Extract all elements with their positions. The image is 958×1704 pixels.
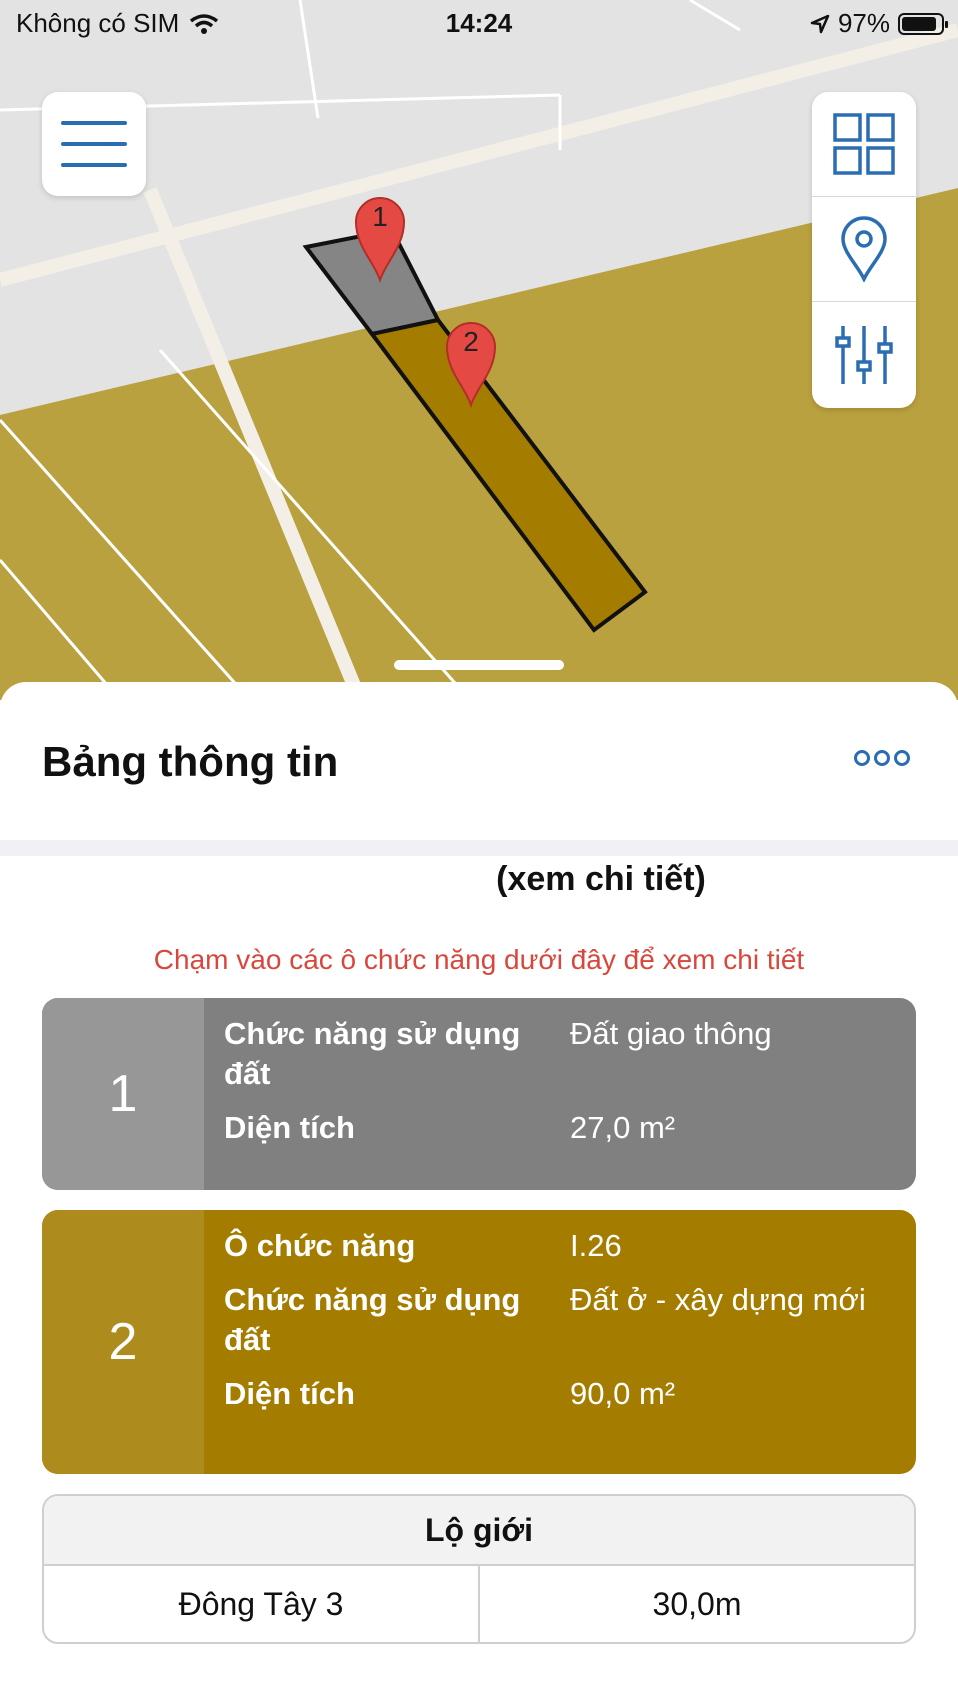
- map-tools-panel: [812, 92, 916, 408]
- parcel-row: Chức năng sử dụng đất Đất ở - xây dựng m…: [224, 1280, 916, 1360]
- battery-percent: 97%: [837, 8, 890, 38]
- parcel-row: Diện tích 90,0 m²: [224, 1374, 916, 1414]
- parcel-row-label: Chức năng sử dụng đất: [224, 1282, 521, 1357]
- road-width-table: Lộ giới Đông Tây 3 30,0m: [42, 1494, 916, 1644]
- parcel-row-label: Diện tích: [224, 1376, 355, 1411]
- marker-2-label: 2: [463, 326, 479, 357]
- parcel-row-label: Chức năng sử dụng đất: [224, 1016, 521, 1091]
- parcel-row-label: Diện tích: [224, 1110, 355, 1145]
- menu-button[interactable]: [42, 92, 146, 196]
- parcel-number: 2: [42, 1210, 204, 1474]
- location-pin-icon: [841, 216, 887, 282]
- grid-icon: [833, 113, 895, 175]
- parcel-row-value: Đất ở - xây dựng mới: [570, 1282, 866, 1317]
- road-table-header: Lộ giới: [44, 1496, 914, 1566]
- parcel-row-value: I.26: [570, 1228, 622, 1263]
- view-detail-link[interactable]: (xem chi tiết): [0, 860, 958, 899]
- marker-1-label: 1: [372, 201, 388, 232]
- sliders-icon: [835, 325, 893, 384]
- road-name-cell: Đông Tây 3: [44, 1566, 480, 1642]
- battery-icon: [898, 12, 948, 35]
- layers-button[interactable]: [812, 92, 916, 197]
- table-row: Đông Tây 3 30,0m: [44, 1566, 914, 1642]
- more-dots-icon[interactable]: [854, 750, 910, 766]
- status-bar: Không có SIM 14:24 97%: [0, 0, 958, 50]
- parcel-number: 1: [42, 998, 204, 1190]
- parcel-card-1[interactable]: 1 Chức năng sử dụng đất Đất giao thông D…: [42, 998, 916, 1190]
- info-sheet: Bảng thông tin (xem chi tiết) Chạm vào c…: [0, 682, 958, 1704]
- sheet-grabber[interactable]: [394, 660, 564, 670]
- parcel-row-value: Đất giao thông: [570, 1016, 772, 1051]
- parcel-row-label: Ô chức năng: [224, 1228, 416, 1263]
- status-right: 97%: [810, 8, 948, 39]
- location-arrow-icon: [810, 14, 830, 33]
- road-width-cell: 30,0m: [652, 1585, 742, 1622]
- hint-text: Chạm vào các ô chức năng dưới đây để xem…: [153, 944, 805, 975]
- section-divider: [0, 840, 958, 856]
- parcel-card-2[interactable]: 2 Ô chức năng I.26 Chức năng sử dụng đất…: [42, 1210, 916, 1474]
- parcel-row: Chức năng sử dụng đất Đất giao thông: [224, 1014, 916, 1094]
- sheet-title: Bảng thông tin: [42, 738, 339, 785]
- parcel-row-value: 27,0 m²: [570, 1110, 676, 1145]
- hamburger-icon: [61, 121, 127, 167]
- parcel-row: Diện tích 27,0 m²: [224, 1108, 916, 1148]
- parcel-row: Ô chức năng I.26: [224, 1226, 916, 1266]
- my-location-button[interactable]: [812, 197, 916, 302]
- filter-button[interactable]: [812, 302, 916, 407]
- parcel-row-value: 90,0 m²: [570, 1376, 676, 1411]
